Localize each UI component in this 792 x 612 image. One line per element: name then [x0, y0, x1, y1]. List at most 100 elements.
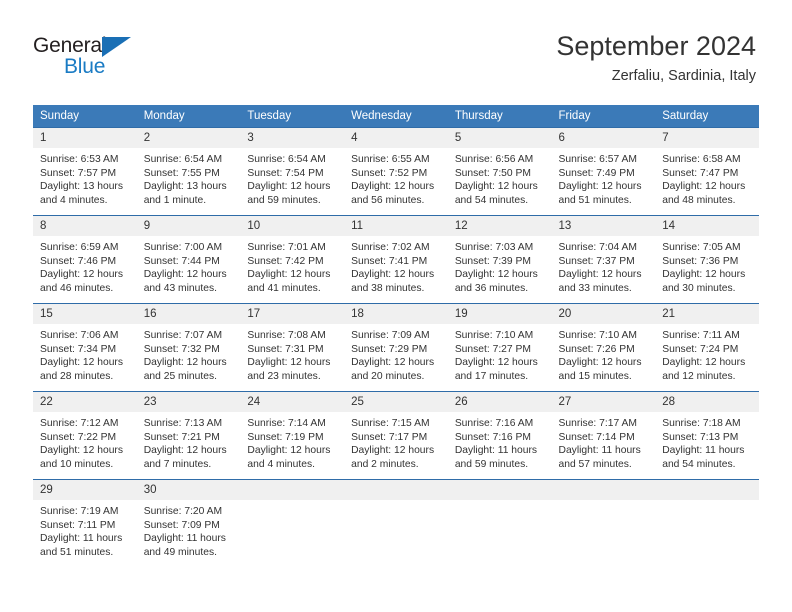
day-details: Sunrise: 7:10 AM Sunset: 7:27 PM Daylight:…: [448, 324, 552, 383]
day-number: 5: [447, 128, 552, 148]
calendar-day-cell[interactable]: 28 Sunrise: 7:18 AM Sunset: 7:13 PM Dayligh…: [655, 391, 759, 480]
day-number: 30: [136, 480, 241, 500]
page-subtitle: Zerfaliu, Sardinia, Italy: [611, 68, 756, 84]
sunrise-time: Sunrise: 7:02 AM: [351, 242, 430, 253]
calendar-day-cell[interactable]: 15 Sunrise: 7:06 AM Sunset: 7:34 PM Dayligh…: [33, 303, 137, 392]
daylight-duration-line2: and 43 minutes.: [143, 282, 217, 294]
day-number: 3: [240, 128, 345, 148]
sunrise-time: Sunrise: 6:56 AM: [454, 154, 534, 165]
day-number: 17: [240, 304, 345, 324]
weekday-header-tuesday: Tuesday: [240, 105, 345, 128]
page-header: General Blue September 2024 Zerfaliu, Sa…: [0, 0, 792, 84]
calendar-week-row: 15 Sunrise: 7:06 AM Sunset: 7:34 PM Dayligh…: [33, 303, 759, 392]
weekday-header-thursday: Thursday: [447, 105, 552, 128]
sunset-time: Sunset: 7:36 PM: [662, 255, 739, 267]
day-details: Sunrise: 7:06 AM Sunset: 7:34 PM Daylight:…: [33, 324, 137, 383]
calendar-day-cell[interactable]: 29 Sunrise: 7:19 AM Sunset: 7:11 PM Dayligh…: [33, 479, 137, 567]
daylight-duration-line1: Daylight: 12 hours: [40, 357, 123, 369]
sunset-time: Sunset: 7:16 PM: [454, 431, 531, 443]
sunrise-time: Sunrise: 6:53 AM: [40, 154, 119, 165]
daylight-duration-line2: and 46 minutes.: [40, 282, 114, 294]
day-number: 1: [33, 128, 137, 148]
calendar-day-cell[interactable]: 5 Sunrise: 6:56 AM Sunset: 7:50 PM Daylight…: [447, 127, 552, 216]
calendar-day-cell[interactable]: 13 Sunrise: 7:04 AM Sunset: 7:37 PM Dayligh…: [551, 215, 656, 304]
daylight-duration-line2: and 38 minutes.: [351, 282, 425, 294]
daylight-duration-line2: and 49 minutes.: [143, 546, 217, 558]
calendar-day-cell[interactable]: 4 Sunrise: 6:55 AM Sunset: 7:52 PM Daylight…: [344, 127, 448, 216]
sunset-time: Sunset: 7:19 PM: [247, 431, 324, 443]
calendar-day-cell[interactable]: 8 Sunrise: 6:59 AM Sunset: 7:46 PM Daylight…: [33, 215, 137, 304]
day-details: [655, 500, 759, 505]
day-details: [240, 500, 344, 505]
sunset-time: Sunset: 7:32 PM: [143, 343, 220, 355]
daylight-duration-line2: and 33 minutes.: [558, 282, 632, 294]
daylight-duration-line1: Daylight: 13 hours: [40, 181, 123, 193]
calendar-day-cell[interactable]: 18 Sunrise: 7:09 AM Sunset: 7:29 PM Dayligh…: [344, 303, 448, 392]
day-number: 15: [33, 304, 137, 324]
calendar-day-cell[interactable]: 6 Sunrise: 6:57 AM Sunset: 7:49 PM Daylight…: [551, 127, 656, 216]
sunset-time: Sunset: 7:11 PM: [40, 519, 116, 531]
day-details: Sunrise: 6:54 AM Sunset: 7:55 PM Daylight:…: [137, 148, 241, 207]
calendar-day-cell-empty: [447, 479, 552, 567]
calendar-day-cell[interactable]: 16 Sunrise: 7:07 AM Sunset: 7:32 PM Dayligh…: [136, 303, 241, 392]
brand-logo[interactable]: General Blue: [33, 34, 213, 80]
daylight-duration-line1: Daylight: 12 hours: [247, 357, 331, 369]
sunset-time: Sunset: 7:21 PM: [143, 431, 220, 443]
calendar-day-cell[interactable]: 19 Sunrise: 7:10 AM Sunset: 7:27 PM Dayligh…: [447, 303, 552, 392]
day-details: Sunrise: 7:04 AM Sunset: 7:37 PM Daylight:…: [552, 236, 656, 295]
day-number: 6: [551, 128, 656, 148]
calendar-day-cell[interactable]: 14 Sunrise: 7:05 AM Sunset: 7:36 PM Dayligh…: [655, 215, 759, 304]
day-details: Sunrise: 7:15 AM Sunset: 7:17 PM Daylight:…: [344, 412, 448, 471]
day-details: Sunrise: 7:12 AM Sunset: 7:22 PM Daylight:…: [33, 412, 137, 471]
calendar-week-row: 29 Sunrise: 7:19 AM Sunset: 7:11 PM Dayligh…: [33, 479, 759, 567]
sunrise-time: Sunrise: 7:14 AM: [247, 418, 326, 429]
calendar-day-cell[interactable]: 2 Sunrise: 6:54 AM Sunset: 7:55 PM Daylight…: [136, 127, 241, 216]
sunset-time: Sunset: 7:50 PM: [454, 167, 531, 179]
daylight-duration-line2: and 51 minutes.: [558, 194, 632, 206]
calendar-day-cell[interactable]: 23 Sunrise: 7:13 AM Sunset: 7:21 PM Dayligh…: [136, 391, 241, 480]
sunrise-time: Sunrise: 7:15 AM: [351, 418, 430, 429]
sunrise-time: Sunrise: 6:54 AM: [247, 154, 326, 165]
day-details: Sunrise: 7:08 AM Sunset: 7:31 PM Daylight:…: [240, 324, 344, 383]
daylight-duration-line1: Daylight: 12 hours: [40, 445, 123, 457]
calendar-day-cell[interactable]: 11 Sunrise: 7:02 AM Sunset: 7:41 PM Dayligh…: [344, 215, 448, 304]
sunrise-time: Sunrise: 7:10 AM: [558, 330, 637, 341]
weekday-header-monday: Monday: [136, 105, 241, 128]
daylight-duration-line2: and 36 minutes.: [454, 282, 529, 294]
weekday-header-wednesday: Wednesday: [344, 105, 448, 128]
calendar-day-cell[interactable]: 20 Sunrise: 7:10 AM Sunset: 7:26 PM Dayligh…: [551, 303, 656, 392]
sunset-time: Sunset: 7:17 PM: [351, 431, 428, 443]
calendar-day-cell[interactable]: 17 Sunrise: 7:08 AM Sunset: 7:31 PM Dayligh…: [240, 303, 345, 392]
sunrise-time: Sunrise: 7:17 AM: [558, 418, 637, 429]
day-number: 8: [33, 216, 137, 236]
calendar-day-cell[interactable]: 12 Sunrise: 7:03 AM Sunset: 7:39 PM Dayligh…: [447, 215, 552, 304]
calendar-day-cell[interactable]: 10 Sunrise: 7:01 AM Sunset: 7:42 PM Dayligh…: [240, 215, 345, 304]
calendar-day-cell[interactable]: 7 Sunrise: 6:58 AM Sunset: 7:47 PM Daylight…: [655, 127, 759, 216]
calendar-day-cell[interactable]: 26 Sunrise: 7:16 AM Sunset: 7:16 PM Dayligh…: [447, 391, 552, 480]
daylight-duration-line1: Daylight: 11 hours: [662, 445, 745, 457]
calendar-day-cell[interactable]: 3 Sunrise: 6:54 AM Sunset: 7:54 PM Daylight…: [240, 127, 345, 216]
calendar-day-cell[interactable]: 24 Sunrise: 7:14 AM Sunset: 7:19 PM Dayligh…: [240, 391, 345, 480]
day-number: 4: [344, 128, 448, 148]
calendar-day-cell[interactable]: 1 Sunrise: 6:53 AM Sunset: 7:57 PM Daylight…: [33, 127, 137, 216]
calendar-day-cell[interactable]: 25 Sunrise: 7:15 AM Sunset: 7:17 PM Dayligh…: [344, 391, 448, 480]
calendar-day-cell-empty: [344, 479, 448, 567]
daylight-duration-line2: and 7 minutes.: [143, 458, 212, 470]
calendar-day-cell[interactable]: 27 Sunrise: 7:17 AM Sunset: 7:14 PM Dayligh…: [551, 391, 656, 480]
calendar-day-cell-empty: [551, 479, 656, 567]
calendar-day-cell[interactable]: 22 Sunrise: 7:12 AM Sunset: 7:22 PM Dayligh…: [33, 391, 137, 480]
sunset-time: Sunset: 7:46 PM: [40, 255, 117, 267]
sunset-time: Sunset: 7:24 PM: [662, 343, 739, 355]
calendar-day-cell[interactable]: 9 Sunrise: 7:00 AM Sunset: 7:44 PM Daylight…: [136, 215, 241, 304]
sunset-time: Sunset: 7:52 PM: [351, 167, 428, 179]
sunrise-time: Sunrise: 7:03 AM: [454, 242, 534, 253]
sunset-time: Sunset: 7:26 PM: [558, 343, 635, 355]
day-details: Sunrise: 7:03 AM Sunset: 7:39 PM Daylight:…: [448, 236, 552, 295]
sunrise-time: Sunrise: 7:04 AM: [558, 242, 637, 253]
calendar-day-cell[interactable]: 30 Sunrise: 7:20 AM Sunset: 7:09 PM Dayligh…: [136, 479, 241, 567]
day-number: [655, 480, 759, 500]
sunset-time: Sunset: 7:22 PM: [40, 431, 117, 443]
daylight-duration-line1: Daylight: 12 hours: [351, 269, 435, 281]
calendar-day-cell[interactable]: 21 Sunrise: 7:11 AM Sunset: 7:24 PM Dayligh…: [655, 303, 759, 392]
day-number: 28: [655, 392, 759, 412]
